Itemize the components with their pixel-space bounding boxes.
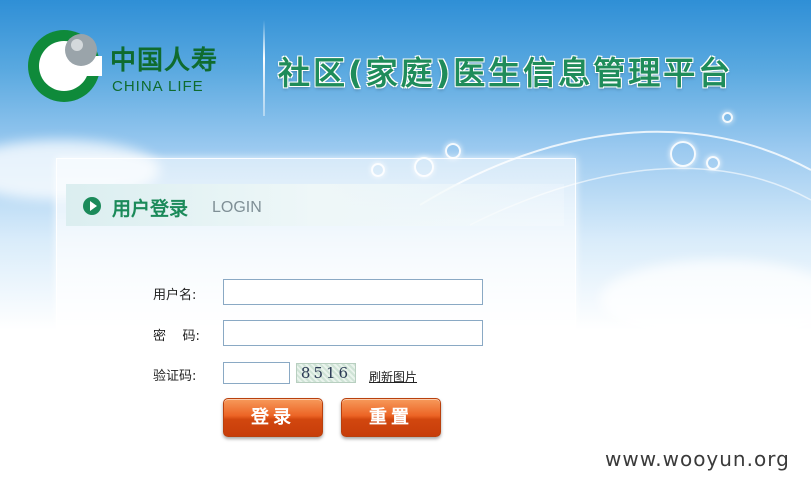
username-input[interactable] <box>223 279 483 305</box>
bubble-decoration <box>445 143 461 159</box>
play-icon <box>83 197 101 215</box>
refresh-captcha-link[interactable]: 刷新图片 <box>369 368 417 385</box>
brand-name-cn: 中国人寿 <box>110 46 219 76</box>
platform-title: 社区(家庭)医生信息管理平台 <box>278 54 734 92</box>
password-label: 密 码: <box>153 329 200 344</box>
captcha-label: 验证码: <box>153 369 197 384</box>
captcha-image: 8516 <box>296 363 356 383</box>
bubble-decoration <box>706 156 720 170</box>
password-input[interactable] <box>223 320 483 346</box>
login-heading: 用户登录 <box>112 198 189 220</box>
watermark-text: www.wooyun.org <box>605 447 790 471</box>
china-life-logo-icon <box>28 30 102 102</box>
header-divider <box>263 20 265 116</box>
bubble-decoration <box>722 112 733 123</box>
login-heading-en: LOGIN <box>212 199 262 216</box>
username-label: 用户名: <box>153 288 197 303</box>
captcha-input[interactable] <box>223 362 290 384</box>
login-button[interactable]: 登录 <box>223 398 323 437</box>
brand-name-en: CHINA LIFE <box>112 78 204 95</box>
bubble-decoration <box>670 141 696 167</box>
reset-button[interactable]: 重置 <box>341 398 441 437</box>
